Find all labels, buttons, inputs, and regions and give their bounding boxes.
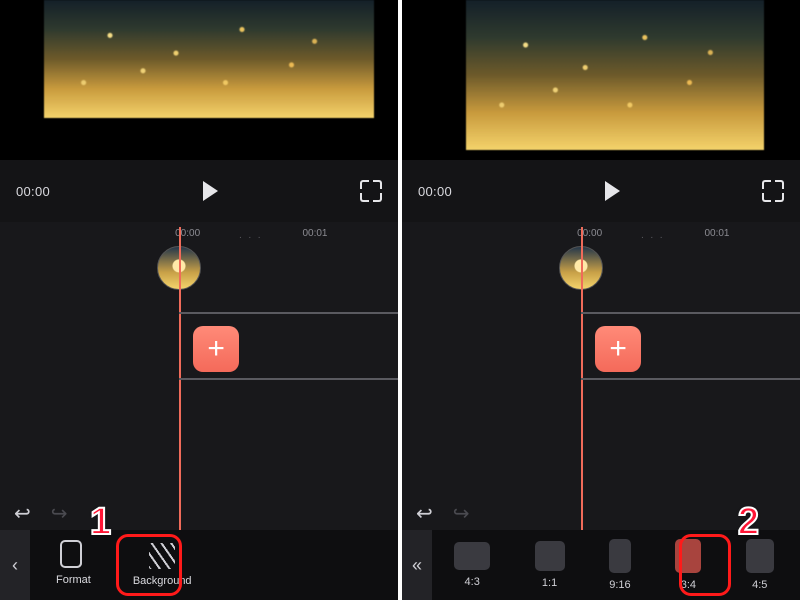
format-tool[interactable]: Format (56, 544, 91, 586)
step-number-badge: 1 (90, 501, 111, 544)
tool-label: Background (133, 575, 192, 587)
current-time: 00:00 (16, 184, 50, 199)
ratio-label: 4:5 (752, 579, 767, 591)
undo-button[interactable]: ↩ (416, 501, 433, 526)
plus-icon: + (609, 334, 627, 364)
plus-icon: + (207, 334, 225, 364)
step-number-badge: 2 (738, 501, 759, 544)
redo-button[interactable]: ↪ (51, 501, 68, 526)
ratio-option-3-4[interactable]: 3:4 (675, 539, 701, 591)
add-clip-button[interactable]: + (595, 326, 641, 372)
bottom-toolbar: ‹ Format Background (0, 530, 398, 600)
ruler-dots: ··· (239, 232, 267, 243)
ratio-label: 1:1 (542, 577, 557, 589)
chevron-left-icon: ‹ (12, 555, 18, 576)
screenshot-step-1: 00:00 00:00 ··· 00:01 + ↩ ↪ ‹ (0, 0, 402, 600)
timeline[interactable]: 00:00 ··· 00:01 + ↩ ↪ ‹ Format (0, 222, 398, 600)
ruler-tick: 00:01 (704, 228, 729, 239)
fullscreen-icon[interactable] (360, 180, 382, 202)
play-button[interactable] (605, 181, 620, 201)
background-icon (149, 543, 175, 569)
ratio-option-1-1[interactable]: 1:1 (535, 541, 565, 589)
tool-items: Format Background (30, 543, 398, 587)
ratio-label: 3:4 (681, 579, 696, 591)
play-button[interactable] (203, 181, 218, 201)
add-clip-button[interactable]: + (193, 326, 239, 372)
track-line (581, 312, 800, 314)
ratio-option-9-16[interactable]: 9:16 (609, 539, 631, 591)
ratio-shape-icon (675, 539, 701, 573)
preview-frame-image (44, 0, 374, 118)
ratio-label: 4:3 (465, 576, 480, 588)
format-icon (64, 544, 82, 568)
ruler-tick: 00:01 (302, 228, 327, 239)
tool-label: Format (56, 574, 91, 586)
history-row: ↩ ↪ (0, 496, 398, 530)
track-line (179, 312, 398, 314)
ratio-option-4-5[interactable]: 4:5 (746, 539, 774, 591)
ratio-label: 9:16 (609, 579, 630, 591)
tutorial-split: 00:00 00:00 ··· 00:01 + ↩ ↪ ‹ (0, 0, 800, 600)
track-line (581, 378, 800, 380)
screenshot-step-2: 00:00 00:00 ··· 00:01 + ↩ ↪ « 4:3 1:1 9:16… (402, 0, 800, 600)
current-time: 00:00 (418, 184, 452, 199)
redo-button[interactable]: ↪ (453, 501, 470, 526)
video-preview (402, 0, 800, 160)
back-button[interactable]: « (402, 530, 432, 600)
playback-controls: 00:00 (402, 160, 800, 222)
preview-frame-image (466, 0, 764, 150)
ratio-option-4-3[interactable]: 4:3 (454, 542, 490, 588)
ratio-shape-icon (535, 541, 565, 571)
ratio-shape-icon (454, 542, 490, 570)
track-line (179, 378, 398, 380)
back-button[interactable]: ‹ (0, 530, 30, 600)
ruler-dots: ··· (641, 232, 669, 243)
playback-controls: 00:00 (0, 160, 398, 222)
fullscreen-icon[interactable] (762, 180, 784, 202)
aspect-ratio-options: 4:3 1:1 9:16 3:4 4:5 (432, 539, 800, 591)
time-ruler: 00:00 ··· 00:01 (402, 222, 800, 248)
undo-button[interactable]: ↩ (14, 501, 31, 526)
chevrons-left-icon: « (412, 555, 422, 576)
ratio-shape-icon (609, 539, 631, 573)
video-preview (0, 0, 398, 160)
time-ruler: 00:00 ··· 00:01 (0, 222, 398, 248)
background-tool[interactable]: Background (133, 543, 192, 587)
ratio-shape-icon (746, 539, 774, 573)
